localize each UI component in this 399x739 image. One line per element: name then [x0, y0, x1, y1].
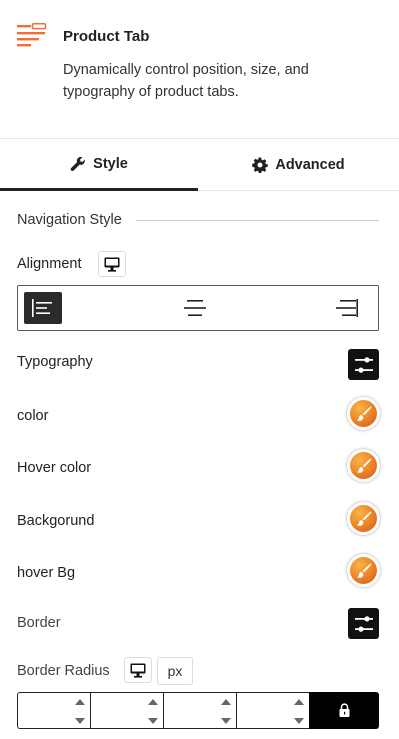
tab-style-label: Style: [93, 155, 128, 172]
brush-icon: [356, 511, 371, 526]
hover-color-label: Hover color: [17, 460, 92, 476]
section-navigation-style[interactable]: Navigation Style: [17, 209, 379, 231]
radius-top-left-input[interactable]: [17, 692, 90, 729]
number-stepper[interactable]: [221, 699, 231, 724]
background-label: Backgorund: [17, 513, 95, 529]
tab-style[interactable]: Style: [0, 139, 198, 191]
widget-header: Product Tab Dynamically control position…: [0, 0, 399, 139]
border-settings-button[interactable]: [348, 608, 379, 639]
color-label: color: [17, 408, 49, 424]
radius-top-right-input[interactable]: [90, 692, 163, 729]
desktop-icon: [130, 663, 146, 678]
number-stepper[interactable]: [75, 699, 85, 724]
alignment-label: Alignment: [17, 256, 82, 272]
typography-settings-button[interactable]: [348, 349, 379, 380]
border-label: Border: [17, 615, 61, 631]
border-radius-label: Border Radius: [17, 663, 110, 679]
widget-title: Product Tab: [63, 28, 150, 45]
background-color-picker-button[interactable]: [347, 502, 380, 535]
link-values-button[interactable]: [309, 692, 379, 729]
desktop-icon: [104, 257, 120, 272]
align-right-icon: [336, 299, 358, 317]
unit-selector[interactable]: px: [157, 657, 193, 685]
gear-icon: [252, 157, 269, 173]
typography-label: Typography: [17, 354, 93, 370]
lock-icon: [339, 703, 349, 717]
hover-bg-color-picker-button[interactable]: [347, 554, 380, 587]
align-left-option[interactable]: [18, 286, 138, 330]
border-radius-inputs: [17, 692, 379, 729]
brush-icon: [356, 563, 371, 578]
number-stepper[interactable]: [294, 699, 304, 724]
border-radius-device-button[interactable]: [124, 657, 152, 683]
hover-color-picker-button[interactable]: [347, 449, 380, 482]
product-tab-icon: [17, 23, 47, 47]
wrench-icon: [70, 156, 86, 171]
number-stepper[interactable]: [148, 699, 158, 724]
align-center-option[interactable]: [138, 286, 252, 330]
tab-advanced[interactable]: Advanced: [198, 139, 399, 191]
color-picker-button[interactable]: [347, 397, 380, 430]
sliders-icon: [354, 356, 373, 373]
tab-advanced-label: Advanced: [275, 157, 345, 173]
widget-description: Dynamically control position, size, and …: [63, 62, 309, 100]
responsive-device-button[interactable]: [98, 251, 126, 277]
section-title: Navigation Style: [17, 212, 122, 228]
section-divider: [135, 219, 379, 221]
panel-tabs: Style Advanced: [0, 139, 399, 191]
alignment-control: [17, 285, 379, 331]
brush-icon: [356, 406, 371, 421]
align-center-icon: [184, 300, 206, 316]
radius-bottom-left-input[interactable]: [236, 692, 309, 729]
hover-bg-label: hover Bg: [17, 565, 76, 581]
radius-bottom-right-input[interactable]: [163, 692, 236, 729]
align-left-icon: [32, 299, 52, 317]
align-right-option[interactable]: [252, 286, 378, 330]
brush-icon: [356, 458, 371, 473]
sliders-icon: [354, 615, 373, 632]
